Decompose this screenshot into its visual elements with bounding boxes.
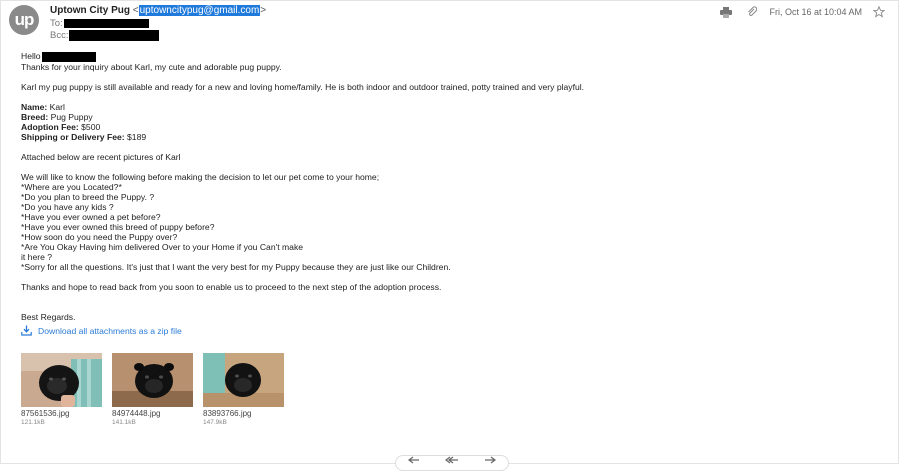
question-item: *Do you plan to breed the Puppy. ? (21, 191, 155, 202)
redacted-bcc (69, 30, 160, 41)
download-all-link[interactable]: Download all attachments as a zip file (21, 325, 861, 338)
redacted-recipient (63, 18, 149, 28)
reply-icon[interactable] (408, 456, 420, 467)
attachment-filename: 84974448.jpg (112, 409, 161, 418)
sender-name[interactable]: Uptown City Pug (50, 5, 130, 16)
attachment-filename: 87561536.jpg (21, 409, 70, 418)
questions-intro: We will like to know the following befor… (21, 171, 380, 182)
sender-email-address[interactable]: uptowncitypug@gmail.com (138, 5, 261, 16)
intro-text: Thanks for your inquiry about Karl, my c… (21, 61, 282, 72)
attachment-size: 121.1kB (21, 419, 45, 426)
closing-text: Thanks and hope to read back from you so… (21, 281, 442, 292)
print-icon[interactable] (719, 5, 733, 19)
detail-name: Name: Karl (21, 101, 65, 112)
question-item: *Do you have any kids ? (21, 201, 114, 212)
detail-shipping-fee: Shipping or Delivery Fee: $189 (21, 131, 147, 142)
redacted-name (41, 51, 96, 62)
bcc-line: Bcc: (50, 30, 160, 42)
attachment-size: 147.9kB (203, 419, 227, 426)
attachment-list: 87561536.jpg 121.1kB 84974448.jpg 141.1k… (21, 353, 284, 426)
detail-adoption-fee: Adoption Fee: $500 (21, 121, 101, 132)
sender-email[interactable]: <uptowncitypug@gmail.com> (133, 5, 266, 16)
download-all-label[interactable]: Download all attachments as a zip file (38, 326, 182, 336)
attachment-size: 141.1kB (112, 419, 136, 426)
star-icon[interactable] (872, 5, 886, 19)
attached-note: Attached below are recent pictures of Ka… (21, 151, 181, 162)
attachment-thumbnail[interactable] (203, 353, 284, 407)
question-item: it here ? (21, 251, 53, 262)
reply-all-icon[interactable] (444, 456, 459, 467)
message-nav-toolbar (395, 455, 509, 471)
download-icon (21, 325, 32, 338)
to-line: To: (50, 18, 149, 29)
forward-icon[interactable] (484, 456, 496, 467)
question-item: *Sorry for all the questions. It's just … (21, 261, 451, 272)
attachment-icon[interactable] (745, 5, 759, 19)
message-date: Fri, Oct 16 at 10:04 AM (769, 7, 862, 17)
attachment-item[interactable]: 83893766.jpg 147.9kB (203, 353, 284, 426)
question-item: *Have you ever owned this breed of puppy… (21, 221, 215, 232)
bcc-label: Bcc: (50, 30, 69, 42)
attachment-item[interactable]: 84974448.jpg 141.1kB (112, 353, 193, 426)
question-item: *How soon do you need the Puppy over? (21, 231, 178, 242)
attachment-filename: 83893766.jpg (203, 409, 252, 418)
availability-text: Karl my pug puppy is still available and… (21, 81, 585, 92)
attachment-thumbnail[interactable] (112, 353, 193, 407)
attachment-thumbnail[interactable] (21, 353, 102, 407)
sender-line: Uptown City Pug <uptowncitypug@gmail.com… (50, 5, 266, 17)
greeting: Hello (21, 51, 41, 61)
detail-breed: Breed: Pug Puppy (21, 111, 93, 122)
to-label: To: (50, 18, 63, 29)
question-item: *Where are you Located?* (21, 181, 122, 192)
header-actions: Fri, Oct 16 at 10:04 AM (719, 5, 886, 19)
question-item: *Have you ever owned a pet before? (21, 211, 161, 222)
signoff: Best Regards. (21, 311, 76, 322)
greeting-line: Hello (21, 51, 861, 62)
message-body: Hello Thanks for your inquiry about Karl… (21, 51, 861, 338)
avatar-text: up (14, 10, 35, 29)
attachment-item[interactable]: 87561536.jpg 121.1kB (21, 353, 102, 426)
sender-avatar[interactable]: up (9, 5, 39, 35)
question-item: *Are You Okay Having him delivered Over … (21, 241, 304, 252)
